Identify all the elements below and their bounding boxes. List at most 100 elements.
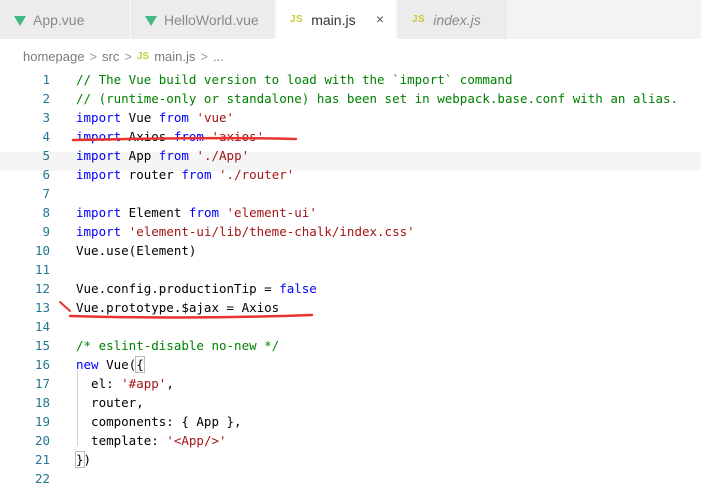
code-text: /* eslint-disable no-new */ (76, 336, 279, 355)
code-token: router (121, 167, 182, 182)
code-line[interactable]: 12 Vue.config.productionTip = false (0, 279, 701, 298)
tab-app-vue[interactable]: App.vue (0, 0, 130, 39)
tab-main-js[interactable]: JS main.js × (276, 0, 397, 39)
breadcrumb-item-main-js[interactable]: main.js (154, 49, 195, 64)
code-token: from (173, 129, 204, 144)
code-text: // (runtime-only or standalone) has been… (76, 89, 678, 108)
code-line[interactable]: 2 // (runtime-only or standalone) has bee… (0, 89, 701, 108)
code-line[interactable]: 3 import Vue from 'vue' (0, 108, 701, 127)
line-number: 13 (34, 300, 50, 315)
code-token: import (76, 205, 122, 220)
breadcrumb-separator: > (89, 48, 98, 64)
code-token: 'element-ui' (226, 205, 317, 220)
vue-icon (145, 15, 157, 26)
code-text: import router from './router' (76, 165, 294, 184)
code-token: } (75, 451, 85, 468)
code-line[interactable]: 14 (0, 317, 701, 336)
code-token: Vue.prototype.$ajax = Axios (76, 300, 280, 315)
code-line[interactable]: 10 Vue.use(Element) (0, 241, 701, 260)
code-line[interactable]: 21}) (0, 450, 701, 469)
breadcrumb: homepage > src > JS main.js > ... (23, 46, 224, 66)
editor-tab-bar: App.vue HelloWorld.vue JS main.js × JS i… (0, 0, 701, 39)
code-line[interactable]: 1 // The Vue build version to load with t… (0, 70, 701, 89)
code-line[interactable]: 19 components: { App }, (0, 412, 701, 431)
line-number: 16 (34, 357, 50, 372)
code-line[interactable]: 11 (0, 260, 701, 279)
js-icon: JS (412, 14, 426, 25)
line-number: 3 (42, 110, 50, 125)
code-text: import Axios from 'axios' (76, 127, 264, 146)
breadcrumb-item-homepage[interactable]: homepage (23, 49, 84, 64)
line-number: 5 (42, 148, 50, 163)
line-number: 6 (42, 167, 50, 182)
code-line[interactable]: 16 new Vue({ (0, 355, 701, 374)
code-line[interactable]: 5 import App from './App' (0, 146, 701, 165)
breadcrumb-item-src[interactable]: src (102, 49, 119, 64)
code-line[interactable]: 4 import Axios from 'axios' (0, 127, 701, 146)
code-text: // The Vue build version to load with th… (76, 70, 513, 89)
code-token: from (181, 167, 212, 182)
code-token: ) (83, 452, 92, 467)
code-text: Vue.use(Element) (76, 241, 196, 260)
code-line[interactable]: 18 router, (0, 393, 701, 412)
code-line[interactable]: 8 import Element from 'element-ui' (0, 203, 701, 222)
line-number: 15 (34, 338, 50, 353)
code-token: // The Vue build version to load with th… (76, 72, 513, 87)
tab-helloworld-vue[interactable]: HelloWorld.vue (131, 0, 275, 39)
code-token: router, (76, 395, 144, 410)
line-number: 2 (42, 91, 50, 106)
code-token: '#app' (121, 376, 167, 391)
code-line[interactable]: 22 (0, 469, 701, 488)
tab-label: App.vue (33, 11, 85, 28)
breadcrumb-item-symbols[interactable]: ... (213, 49, 224, 64)
code-token: from (158, 148, 189, 163)
code-token: './router' (219, 167, 295, 182)
line-number: 14 (34, 319, 50, 334)
code-line[interactable]: 15 /* eslint-disable no-new */ (0, 336, 701, 355)
line-number: 18 (34, 395, 50, 410)
line-number: 17 (34, 376, 50, 391)
code-token: 'vue' (196, 110, 235, 125)
line-number: 9 (42, 224, 50, 239)
code-token: Vue( (98, 357, 137, 372)
code-text: el: '#app', (76, 374, 174, 393)
code-token: Element (121, 205, 189, 220)
breadcrumb-separator: > (124, 48, 132, 64)
code-line[interactable]: 20 template: '<App/>' (0, 431, 701, 450)
line-number: 12 (34, 281, 50, 296)
code-token: Vue (121, 110, 159, 125)
tab-index-js[interactable]: JS index.js (398, 0, 508, 39)
code-token: Vue.config.productionTip = (76, 281, 280, 296)
code-line[interactable]: 6 import router from './router' (0, 165, 701, 184)
code-editor[interactable]: 1 // The Vue build version to load with t… (0, 66, 701, 492)
line-number: 10 (34, 243, 50, 258)
code-token: template: (76, 433, 167, 448)
code-line[interactable]: 9 import 'element-ui/lib/theme-chalk/inde… (0, 222, 701, 241)
code-token: from (188, 205, 219, 220)
code-token: import (76, 148, 122, 163)
code-token: App (121, 148, 159, 163)
line-number: 22 (34, 471, 50, 486)
line-number: 19 (34, 414, 50, 429)
code-token: Axios (121, 129, 174, 144)
code-token: Vue.use(Element) (76, 243, 197, 258)
line-number: 20 (34, 433, 50, 448)
code-token: 'axios' (211, 129, 265, 144)
code-text: components: { App }, (76, 412, 242, 431)
code-token: from (158, 110, 189, 125)
js-icon: JS (136, 50, 150, 62)
code-token: './App' (196, 148, 250, 163)
code-line[interactable]: 7 (0, 184, 701, 203)
code-text: Vue.config.productionTip = false (76, 279, 317, 298)
code-text: router, (76, 393, 144, 412)
code-text: template: '<App/>' (76, 431, 226, 450)
close-icon[interactable]: × (376, 11, 384, 27)
code-line[interactable]: 17 el: '#app', (0, 374, 701, 393)
code-text: import Element from 'element-ui' (76, 203, 317, 222)
line-number: 11 (34, 262, 50, 277)
line-number: 1 (42, 72, 50, 87)
code-token: 'element-ui/lib/theme-chalk/index.css' (128, 224, 415, 239)
code-line[interactable]: 13 Vue.prototype.$ajax = Axios (0, 298, 701, 317)
